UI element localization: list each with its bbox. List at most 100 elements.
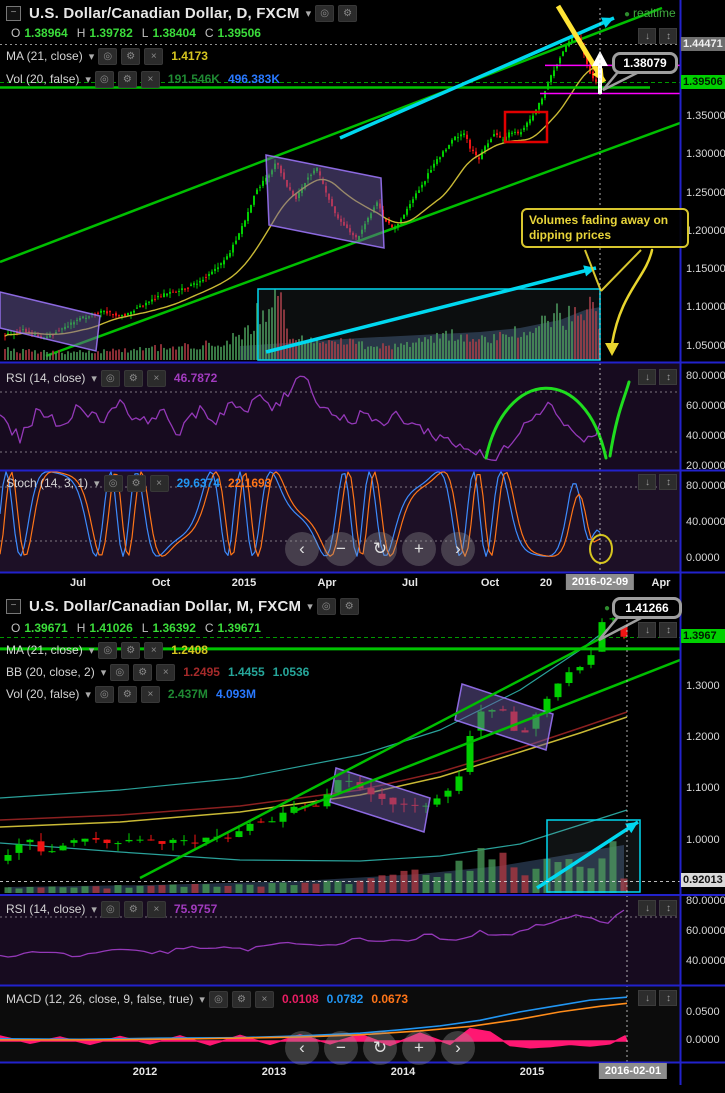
eye-icon[interactable]: ◎ bbox=[98, 47, 118, 65]
chart-nav-zoom-in-button[interactable]: + bbox=[402, 532, 436, 566]
date-tag: 2016-02-09 bbox=[565, 574, 635, 590]
collapse-icon[interactable]: − bbox=[6, 598, 21, 614]
date-tag: 2016-02-01 bbox=[598, 1063, 668, 1079]
chart-nav-scroll-left-button[interactable]: ‹ bbox=[285, 1031, 319, 1065]
chart-nav-scroll-right-button[interactable]: › bbox=[441, 1031, 475, 1065]
chart-nav-zoom-out-button[interactable]: − bbox=[324, 532, 358, 566]
price-axis-tick: 1.20000 bbox=[686, 224, 725, 237]
top-ma-row: MA (21, close) ▾ ◎ ⚙ × 1.4173 bbox=[6, 46, 357, 66]
vol-indicator-label[interactable]: Vol (20, false) bbox=[6, 687, 79, 701]
eye-icon[interactable]: ◎ bbox=[103, 474, 123, 492]
close-icon[interactable]: × bbox=[156, 663, 176, 681]
chevron-down-icon[interactable]: ▾ bbox=[89, 50, 95, 63]
eye-icon[interactable]: ◎ bbox=[208, 990, 228, 1008]
close-icon[interactable]: × bbox=[146, 900, 166, 918]
chart-nav-scroll-right-button[interactable]: › bbox=[441, 532, 475, 566]
chevron-down-icon[interactable]: ▾ bbox=[101, 666, 107, 679]
top-ohlc-row: O 1.38964 H 1.39782 L 1.38404 C 1.39506 bbox=[6, 23, 357, 43]
gear-icon[interactable]: ⚙ bbox=[126, 474, 146, 492]
close-value: 1.39671 bbox=[217, 621, 261, 635]
eye-icon[interactable]: ◎ bbox=[315, 4, 335, 22]
gear-icon[interactable]: ⚙ bbox=[121, 47, 141, 65]
close-icon[interactable]: × bbox=[144, 47, 164, 65]
scale-down-button[interactable]: ↓ bbox=[638, 369, 656, 385]
close-value: 1.39506 bbox=[217, 26, 261, 40]
eye-icon[interactable]: ◎ bbox=[316, 597, 336, 615]
ma-indicator-label[interactable]: MA (21, close) bbox=[6, 49, 83, 63]
close-icon[interactable]: × bbox=[140, 70, 160, 88]
scale-reset-button[interactable]: ↕ bbox=[659, 622, 677, 638]
gear-icon[interactable]: ⚙ bbox=[123, 369, 143, 387]
chevron-down-icon[interactable]: ▾ bbox=[91, 372, 97, 385]
chevron-down-icon[interactable]: ▾ bbox=[307, 600, 313, 613]
gear-icon[interactable]: ⚙ bbox=[231, 990, 251, 1008]
chart-nav-reset-button[interactable]: ↻ bbox=[363, 532, 397, 566]
chevron-down-icon[interactable]: ▾ bbox=[89, 644, 95, 657]
top-symbol-title[interactable]: U.S. Dollar/Canadian Dollar, D, FXCM bbox=[29, 5, 300, 22]
scale-reset-button[interactable]: ↕ bbox=[659, 369, 677, 385]
collapse-icon[interactable]: − bbox=[6, 5, 21, 21]
macd-axis-tick: 0.0500 bbox=[686, 1006, 720, 1018]
gear-icon[interactable]: ⚙ bbox=[338, 4, 358, 22]
bb-indicator-label[interactable]: BB (20, close, 2) bbox=[6, 665, 95, 679]
scale-reset-button[interactable]: ↕ bbox=[659, 900, 677, 916]
scale-reset-button[interactable]: ↕ bbox=[659, 28, 677, 44]
rsi-axis-tick: 80.0000 bbox=[686, 895, 725, 907]
chevron-down-icon[interactable]: ▾ bbox=[85, 73, 91, 86]
rsi-indicator-label[interactable]: RSI (14, close) bbox=[6, 902, 85, 916]
scale-reset-button[interactable]: ↕ bbox=[659, 474, 677, 490]
gear-icon[interactable]: ⚙ bbox=[121, 641, 141, 659]
eye-icon[interactable]: ◎ bbox=[100, 900, 120, 918]
chevron-down-icon[interactable]: ▾ bbox=[94, 477, 100, 490]
close-icon[interactable]: × bbox=[149, 474, 169, 492]
gear-icon[interactable]: ⚙ bbox=[117, 685, 137, 703]
price-axis-tick: 1.3000 bbox=[686, 680, 720, 692]
close-icon[interactable]: × bbox=[140, 685, 160, 703]
gear-icon[interactable]: ⚙ bbox=[339, 597, 359, 615]
gear-icon[interactable]: ⚙ bbox=[123, 900, 143, 918]
chart-nav-scroll-left-button[interactable]: ‹ bbox=[285, 532, 319, 566]
stoch-indicator-label[interactable]: Stoch (14, 3, 1) bbox=[6, 476, 88, 490]
price-alert-callout[interactable]: 1.41266 bbox=[612, 597, 682, 619]
scale-reset-button[interactable]: ↕ bbox=[659, 990, 677, 1006]
chart-nav-reset-button[interactable]: ↻ bbox=[363, 1031, 397, 1065]
price-alert-callout[interactable]: 1.38079 bbox=[612, 52, 678, 74]
close-icon[interactable]: × bbox=[146, 369, 166, 387]
gear-icon[interactable]: ⚙ bbox=[117, 70, 137, 88]
macd-indicator-label[interactable]: MACD (12, 26, close, 9, false, true) bbox=[6, 992, 193, 1006]
macd-axis-tick: 0.0000 bbox=[686, 1034, 720, 1046]
gear-icon[interactable]: ⚙ bbox=[133, 663, 153, 681]
scale-down-button[interactable]: ↓ bbox=[638, 474, 656, 490]
scale-down-button[interactable]: ↓ bbox=[638, 900, 656, 916]
chart-nav-zoom-out-button[interactable]: − bbox=[324, 1031, 358, 1065]
chart-nav-zoom-in-button[interactable]: + bbox=[402, 1031, 436, 1065]
eye-icon[interactable]: ◎ bbox=[94, 685, 114, 703]
chevron-down-icon[interactable]: ▾ bbox=[85, 688, 91, 701]
stoch-axis-tick: 80.0000 bbox=[686, 480, 725, 492]
close-icon[interactable]: × bbox=[254, 990, 274, 1008]
bb-upper-value: 1.4455 bbox=[227, 665, 265, 679]
eye-icon[interactable]: ◎ bbox=[110, 663, 130, 681]
chevron-down-icon[interactable]: ▾ bbox=[199, 993, 205, 1006]
rsi-axis-tick: 20.0000 bbox=[686, 460, 725, 472]
high-label: H bbox=[76, 26, 86, 40]
rsi-axis-tick: 60.0000 bbox=[686, 925, 725, 937]
low-label: L bbox=[141, 26, 149, 40]
scale-down-button[interactable]: ↓ bbox=[638, 622, 656, 638]
rsi-indicator-label[interactable]: RSI (14, close) bbox=[6, 371, 85, 385]
scale-down-button[interactable]: ↓ bbox=[638, 990, 656, 1006]
ma-indicator-label[interactable]: MA (21, close) bbox=[6, 643, 83, 657]
bottom-symbol-title[interactable]: U.S. Dollar/Canadian Dollar, M, FXCM bbox=[29, 598, 301, 615]
eye-icon[interactable]: ◎ bbox=[98, 641, 118, 659]
volume-annotation[interactable]: Volumes fading away on dipping prices bbox=[521, 208, 689, 248]
scale-down-button[interactable]: ↓ bbox=[638, 28, 656, 44]
ma-value: 1.2408 bbox=[171, 643, 208, 657]
chevron-down-icon[interactable]: ▾ bbox=[91, 903, 97, 916]
open-label: O bbox=[11, 621, 21, 635]
vol-indicator-label[interactable]: Vol (20, false) bbox=[6, 72, 79, 86]
close-icon[interactable]: × bbox=[144, 641, 164, 659]
bottom-rsi-header: RSI (14, close) ▾ ◎ ⚙ × 75.9757 bbox=[6, 899, 217, 919]
eye-icon[interactable]: ◎ bbox=[94, 70, 114, 88]
chevron-down-icon[interactable]: ▾ bbox=[306, 7, 312, 20]
eye-icon[interactable]: ◎ bbox=[100, 369, 120, 387]
